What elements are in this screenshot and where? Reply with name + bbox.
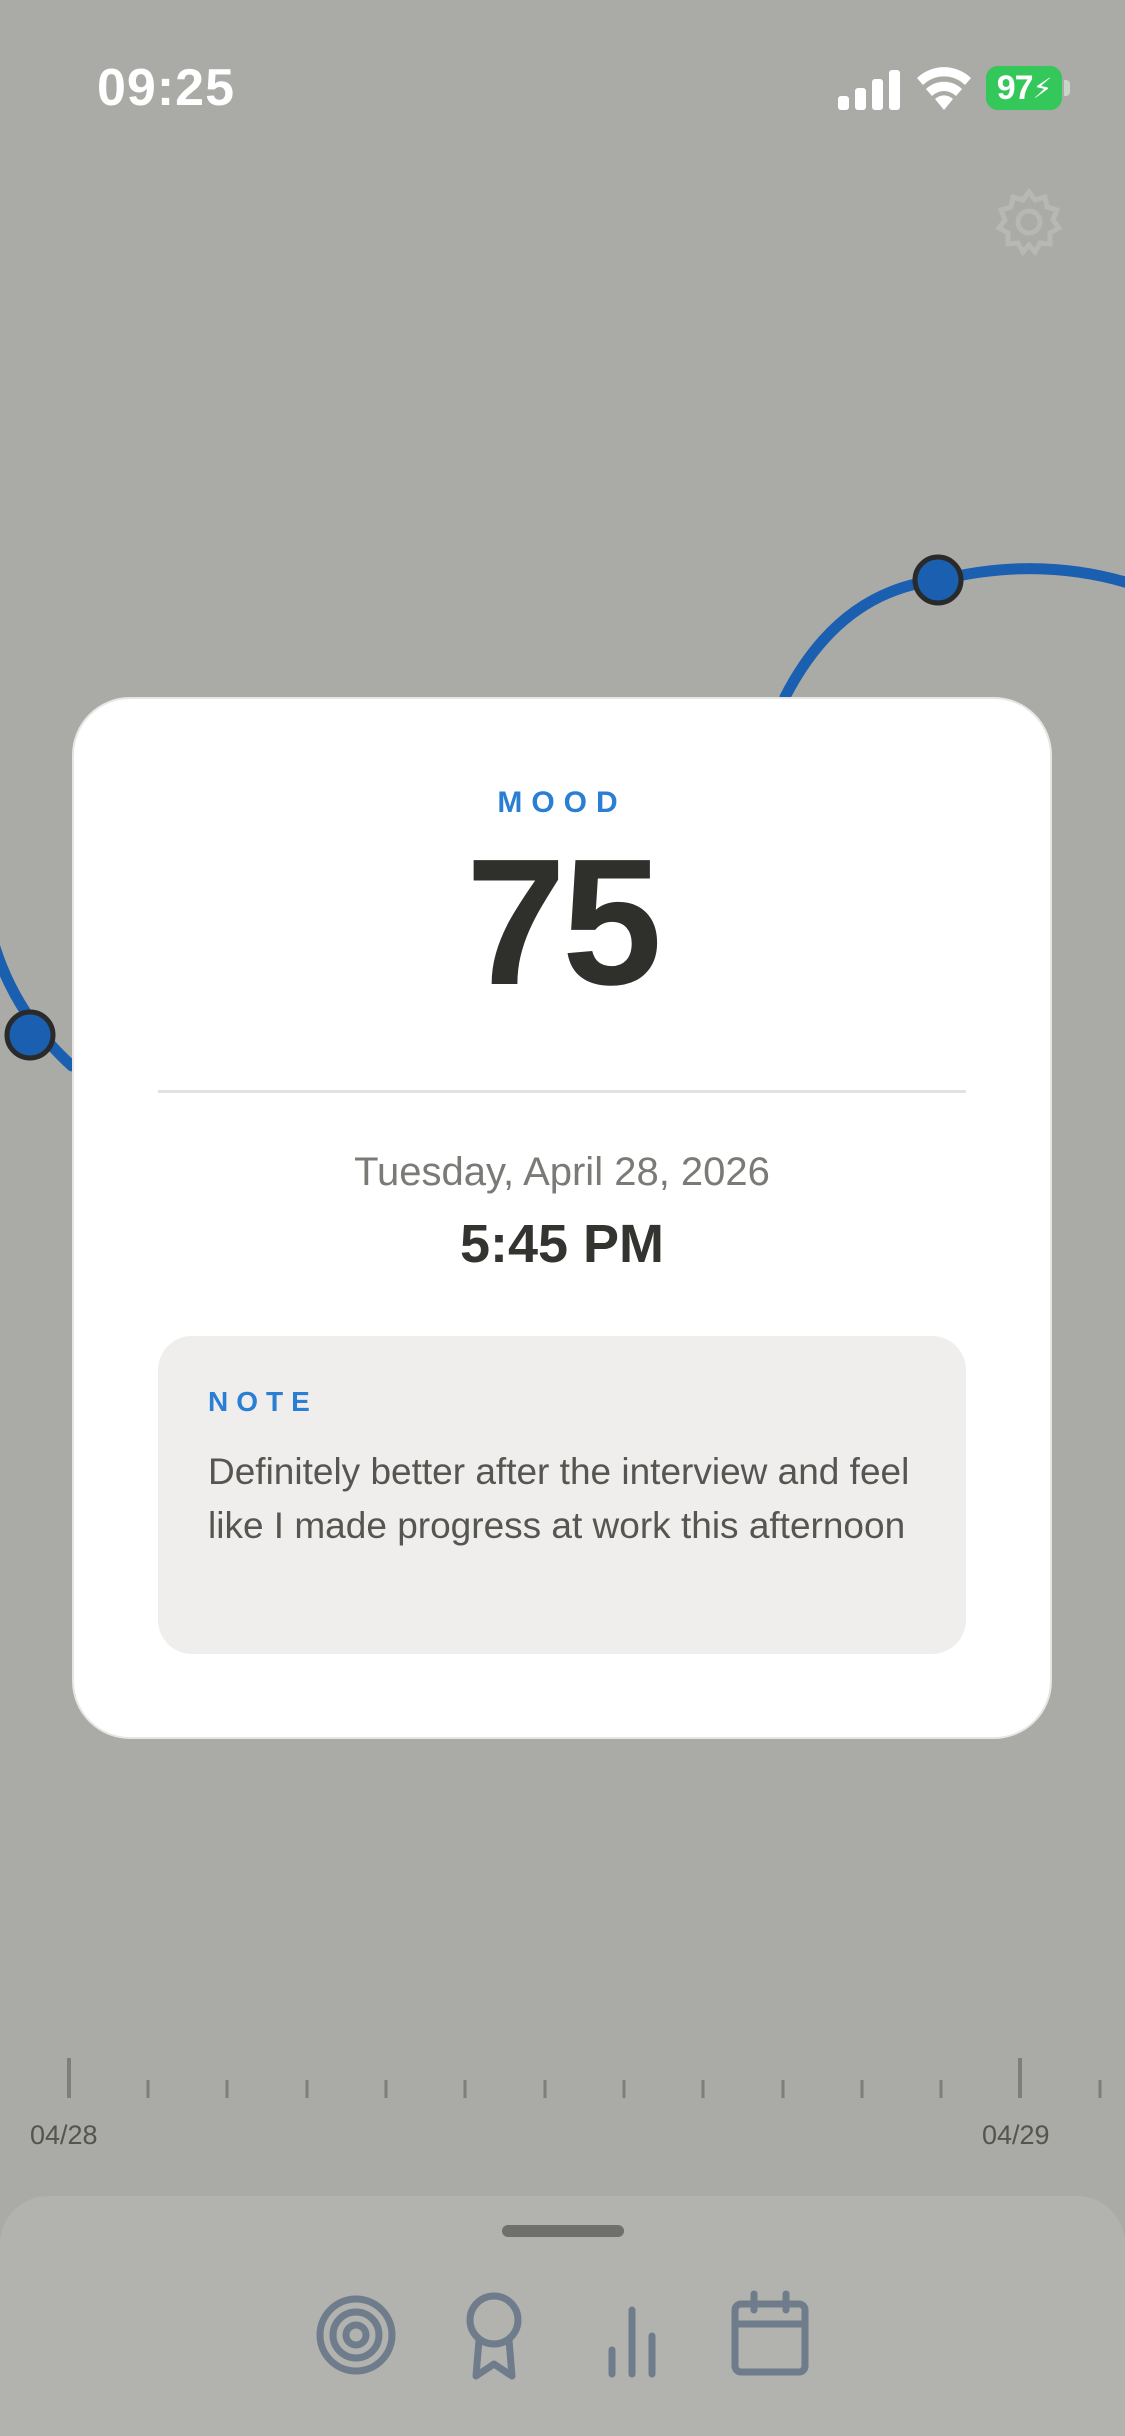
target-icon[interactable] — [311, 2290, 401, 2380]
award-ribbon-icon[interactable] — [449, 2290, 539, 2380]
entry-time: 5:45 PM — [459, 1214, 665, 1274]
mood-label: MOOD — [497, 786, 627, 819]
mood-point — [4, 1009, 56, 1061]
x-tick-label: 04/29 — [982, 2120, 1050, 2150]
sheet-handle[interactable] — [502, 2225, 624, 2237]
divider — [158, 1090, 966, 1093]
calendar-icon[interactable] — [725, 2290, 815, 2380]
note-text: Definitely better after the interview an… — [208, 1451, 910, 1546]
bar-chart-icon[interactable] — [587, 2290, 677, 2380]
mood-point — [912, 554, 964, 606]
note-label: NOTE — [208, 1386, 318, 1417]
timeline-ticks — [67, 2058, 1102, 2098]
x-tick-label: 04/28 — [30, 2120, 98, 2150]
mood-value: 75 — [465, 822, 662, 1023]
entry-date: Tuesday, April 28, 2026 — [354, 1150, 770, 1194]
